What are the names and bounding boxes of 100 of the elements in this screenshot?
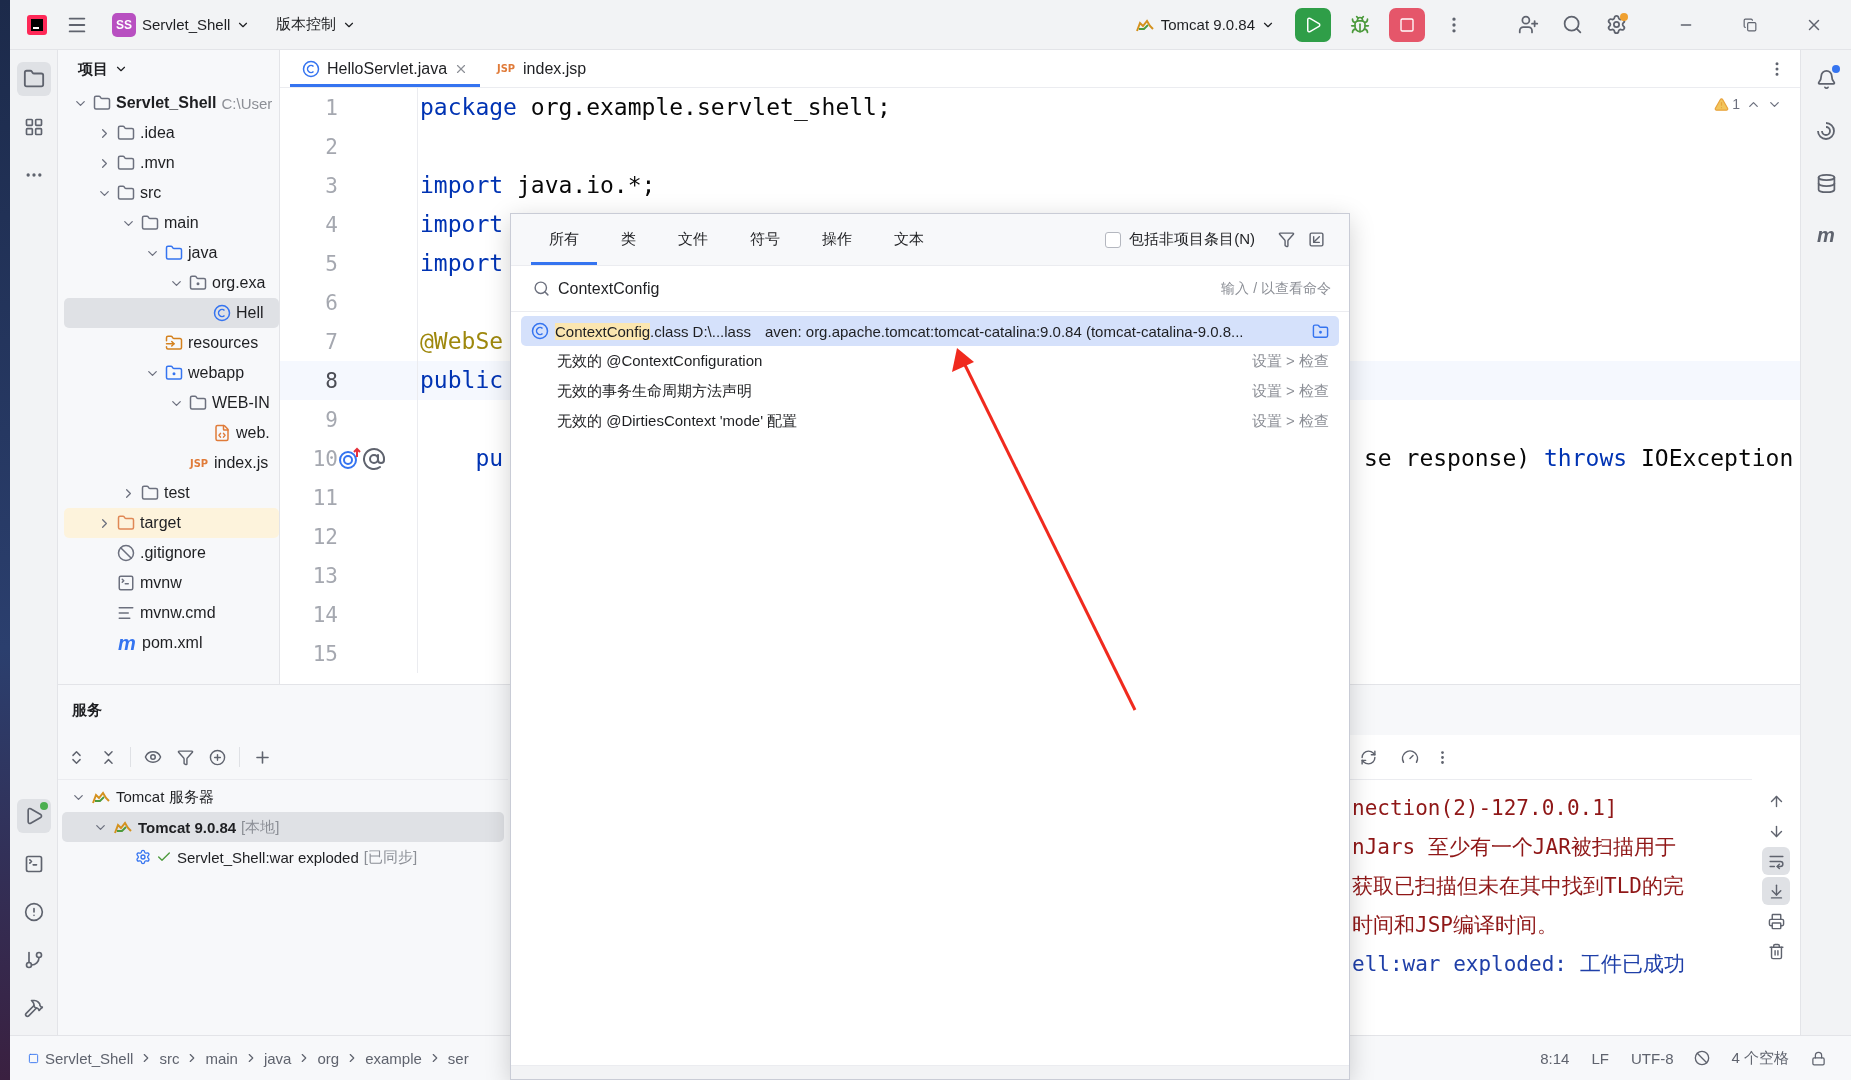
tree-item-label: WEB-IN (212, 394, 270, 412)
project-switcher[interactable]: SS Servlet_Shell (106, 8, 257, 41)
breadcrumb-item[interactable]: java (263, 1049, 292, 1067)
tree-item[interactable]: target (64, 508, 279, 538)
project-view-selector[interactable]: 项目 (72, 55, 134, 83)
line-number: 6 (324, 290, 338, 315)
breadcrumb-item[interactable]: example (365, 1049, 422, 1067)
service-item[interactable]: Servlet_Shell:war exploded [已同步] (62, 842, 504, 872)
search-scope-tab[interactable]: 文件 (660, 214, 726, 265)
search-result[interactable]: 无效的事务生命周期方法声明 设置 > 检查 (521, 376, 1339, 406)
folder-icon (93, 94, 111, 112)
tree-item[interactable]: Servlet_Shell C:\User (64, 88, 279, 118)
search-field[interactable]: ContextConfig (558, 279, 1214, 298)
result-name: 无效的 @DirtiesContext 'mode' 配置 (556, 411, 798, 431)
tree-item[interactable]: webapp (64, 358, 279, 388)
result-name: 无效的 @ContextConfiguration (556, 351, 763, 371)
folder-icon[interactable] (16, 62, 51, 96)
code-line: package org.example.servlet_shell; (419, 93, 891, 123)
tree-item[interactable]: java (64, 238, 279, 268)
code-line: se response) throws IOException (1363, 444, 1794, 473)
code-line: import (419, 249, 504, 278)
breadcrumb-item[interactable]: src (159, 1049, 180, 1067)
search-scope-tab[interactable]: 符号 (732, 214, 798, 265)
tree-item-label: org.exa (212, 274, 266, 292)
search-icon (533, 280, 550, 297)
services-icon[interactable] (16, 799, 51, 833)
file-encoding[interactable]: UTF-8 (1623, 1045, 1682, 1071)
folder-icon (141, 214, 159, 232)
include-non-project-option[interactable]: 包括非项目条目(N) (1105, 214, 1255, 265)
tree-item-label: web. (236, 424, 270, 442)
tree-item-label: target (140, 514, 181, 532)
path-hint: C:\User (221, 94, 273, 112)
tree-item[interactable]: mvnw.cmd (64, 598, 279, 628)
tree-item-label: .gitignore (140, 544, 206, 562)
console-line: 时间和JSP编译时间。 (1352, 911, 1559, 939)
rerun-button[interactable] (1295, 7, 1331, 42)
run-config-selector[interactable]: Tomcat 9.0.84 (1128, 12, 1281, 37)
search-scope-tab[interactable]: 类 (603, 214, 654, 265)
line-number: 11 (311, 485, 338, 510)
tree-item[interactable]: m pom.xml (64, 628, 279, 658)
line-ending[interactable]: LF (1583, 1045, 1617, 1071)
tree-item[interactable]: .gitignore (64, 538, 279, 568)
vcs-menu[interactable]: 版本控制 (270, 11, 363, 38)
search-result[interactable]: 无效的 @ContextConfiguration 设置 > 检查 (521, 346, 1339, 376)
tree-item[interactable]: org.exa (64, 268, 279, 298)
breadcrumb-item[interactable]: org (317, 1049, 340, 1067)
search-result[interactable]: ContextConfig.class D:\...lass aven: org.apache.tomcat:tomcat-catalina:9.0.84 (tomcat-catalina-9.0.8... (521, 316, 1339, 346)
search-scope-tab[interactable]: 操作 (804, 214, 870, 265)
line-number: 1 (324, 95, 338, 120)
line-number: 8 (324, 368, 338, 393)
search-hint: 输入 / 以查看命令 (1221, 279, 1331, 298)
editor-tab[interactable]: HelloServlet.java (290, 50, 481, 87)
folder-icon (1312, 322, 1329, 340)
class-icon (213, 304, 231, 322)
jsp-label: JSP (496, 63, 517, 74)
search-scope-tab[interactable]: 文本 (876, 214, 942, 265)
tree-item[interactable]: main (64, 208, 279, 238)
tree-item[interactable]: Hell (64, 298, 279, 328)
tree-item[interactable]: test (64, 478, 279, 508)
panel-title: 服务 (71, 699, 103, 720)
at-sign-icon (362, 446, 386, 471)
caret-position[interactable]: 8:14 (1532, 1045, 1578, 1071)
line-number: 10 (311, 446, 338, 471)
search-scope-tab[interactable]: 所有 (531, 214, 597, 265)
result-location: aven: org.apache.tomcat:tomcat-catalina:9.0.84 (tomcat-catalina-9.0.8... (764, 322, 1244, 340)
module-icon (28, 1052, 39, 1064)
tree-item[interactable]: web. (64, 418, 279, 448)
terminal-icon (117, 574, 135, 592)
tree-item[interactable]: .mvn (64, 148, 279, 178)
breadcrumb-item[interactable]: main (205, 1049, 238, 1067)
editor-tab[interactable]: JSP index.jsp (484, 50, 599, 87)
scroll-to-end-icon[interactable] (1762, 877, 1790, 905)
wrap-text-icon[interactable] (1762, 847, 1790, 875)
line-number: 3 (324, 173, 338, 198)
service-item[interactable]: Tomcat 9.0.84 [本地] (62, 812, 504, 842)
search-result[interactable]: 无效的 @DirtiesContext 'mode' 配置 设置 > 检查 (521, 406, 1339, 436)
console-line: nJars 至少有一个JAR被扫描用于 (1352, 833, 1677, 861)
folder-icon (117, 124, 135, 142)
breadcrumb-item[interactable]: ser (447, 1049, 469, 1067)
tree-item-label: java (188, 244, 218, 262)
stop-icon (1399, 16, 1415, 33)
tree-item[interactable]: src (64, 178, 279, 208)
checkbox[interactable] (1105, 231, 1122, 248)
breadcrumb-item[interactable]: Servlet_Shell (45, 1049, 134, 1067)
indent-setting[interactable]: 4 个空格 (1723, 1044, 1797, 1072)
tree-item[interactable]: resources (64, 328, 279, 358)
tree-item[interactable]: mvnw (64, 568, 279, 598)
line-number: 9 (324, 407, 338, 432)
project-badge: SS (112, 12, 136, 37)
tree-item[interactable]: JSP index.js (64, 448, 279, 478)
service-item[interactable]: Tomcat 服务器 (62, 782, 504, 812)
folder-icon (165, 244, 183, 262)
stop-button[interactable] (1389, 7, 1425, 42)
console-line: nection(2)-127.0.0.1] (1352, 794, 1619, 822)
result-path: 设置 > 检查 (1251, 411, 1329, 431)
tree-item[interactable]: .idea (64, 118, 279, 148)
result-path: 设置 > 检查 (1251, 351, 1329, 371)
tree-item-label: mvnw.cmd (140, 604, 216, 622)
tree-item[interactable]: WEB-IN (64, 388, 279, 418)
class-icon (531, 322, 549, 340)
